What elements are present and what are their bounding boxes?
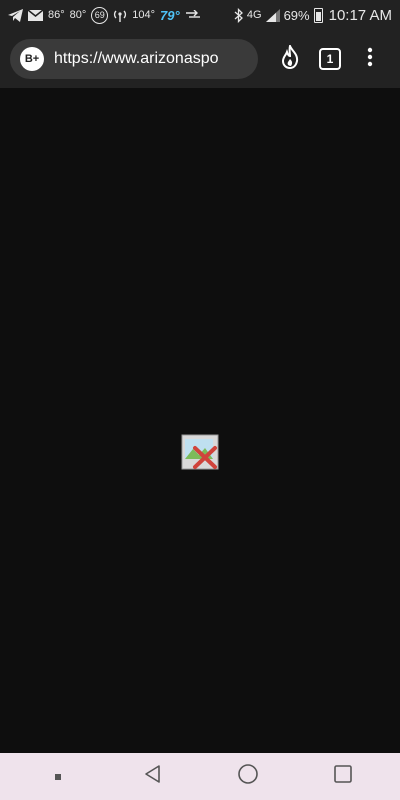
network-type: 4G bbox=[246, 9, 262, 21]
menu-icon bbox=[367, 47, 373, 72]
status-bar: 86° 80° 69 104° 79° 4G 69% 10:17 AM bbox=[0, 0, 400, 30]
tabs-button[interactable]: 1 bbox=[310, 39, 350, 79]
tabs-icon[interactable]: 1 bbox=[319, 48, 341, 70]
hotspot-icon bbox=[113, 9, 127, 22]
overview-button[interactable] bbox=[313, 757, 373, 797]
bluetooth-icon bbox=[234, 7, 243, 23]
battery-percent: 69% bbox=[283, 7, 310, 23]
battery-icon bbox=[313, 7, 323, 23]
status-left: 86° 80° 69 104° 79° bbox=[8, 6, 201, 24]
url-bar[interactable]: B+ https://www.arizonaspo bbox=[10, 39, 258, 79]
temp-1: 86° bbox=[48, 9, 65, 21]
navigation-bar bbox=[0, 753, 400, 800]
url-text[interactable]: https://www.arizonaspo bbox=[54, 50, 219, 68]
temp-3: 104° bbox=[132, 9, 156, 21]
home-button[interactable] bbox=[218, 757, 278, 797]
home-icon bbox=[237, 763, 259, 790]
site-badge[interactable]: B+ bbox=[20, 47, 44, 71]
flame-button[interactable] bbox=[270, 39, 310, 79]
temp-4: 79° bbox=[160, 7, 180, 23]
back-icon bbox=[143, 764, 163, 789]
back-button[interactable] bbox=[123, 757, 183, 797]
web-content[interactable] bbox=[0, 88, 400, 753]
temp-2: 80° bbox=[69, 9, 87, 21]
overview-icon bbox=[333, 764, 353, 789]
menu-button[interactable] bbox=[350, 39, 390, 79]
recent-dot-button[interactable] bbox=[28, 757, 88, 797]
arrows-icon bbox=[185, 10, 201, 20]
status-right: 4G 69% 10:17 AM bbox=[234, 7, 392, 24]
signal-icon bbox=[265, 8, 280, 22]
badge-69: 69 bbox=[91, 6, 109, 24]
clock: 10:17 AM bbox=[328, 6, 392, 24]
broken-image-icon bbox=[181, 434, 219, 470]
recent-dot-icon bbox=[54, 773, 61, 780]
telegram-icon bbox=[8, 8, 23, 22]
mail-icon bbox=[28, 9, 43, 21]
browser-toolbar: B+ https://www.arizonaspo 1 bbox=[0, 30, 400, 88]
flame-icon bbox=[280, 42, 300, 74]
